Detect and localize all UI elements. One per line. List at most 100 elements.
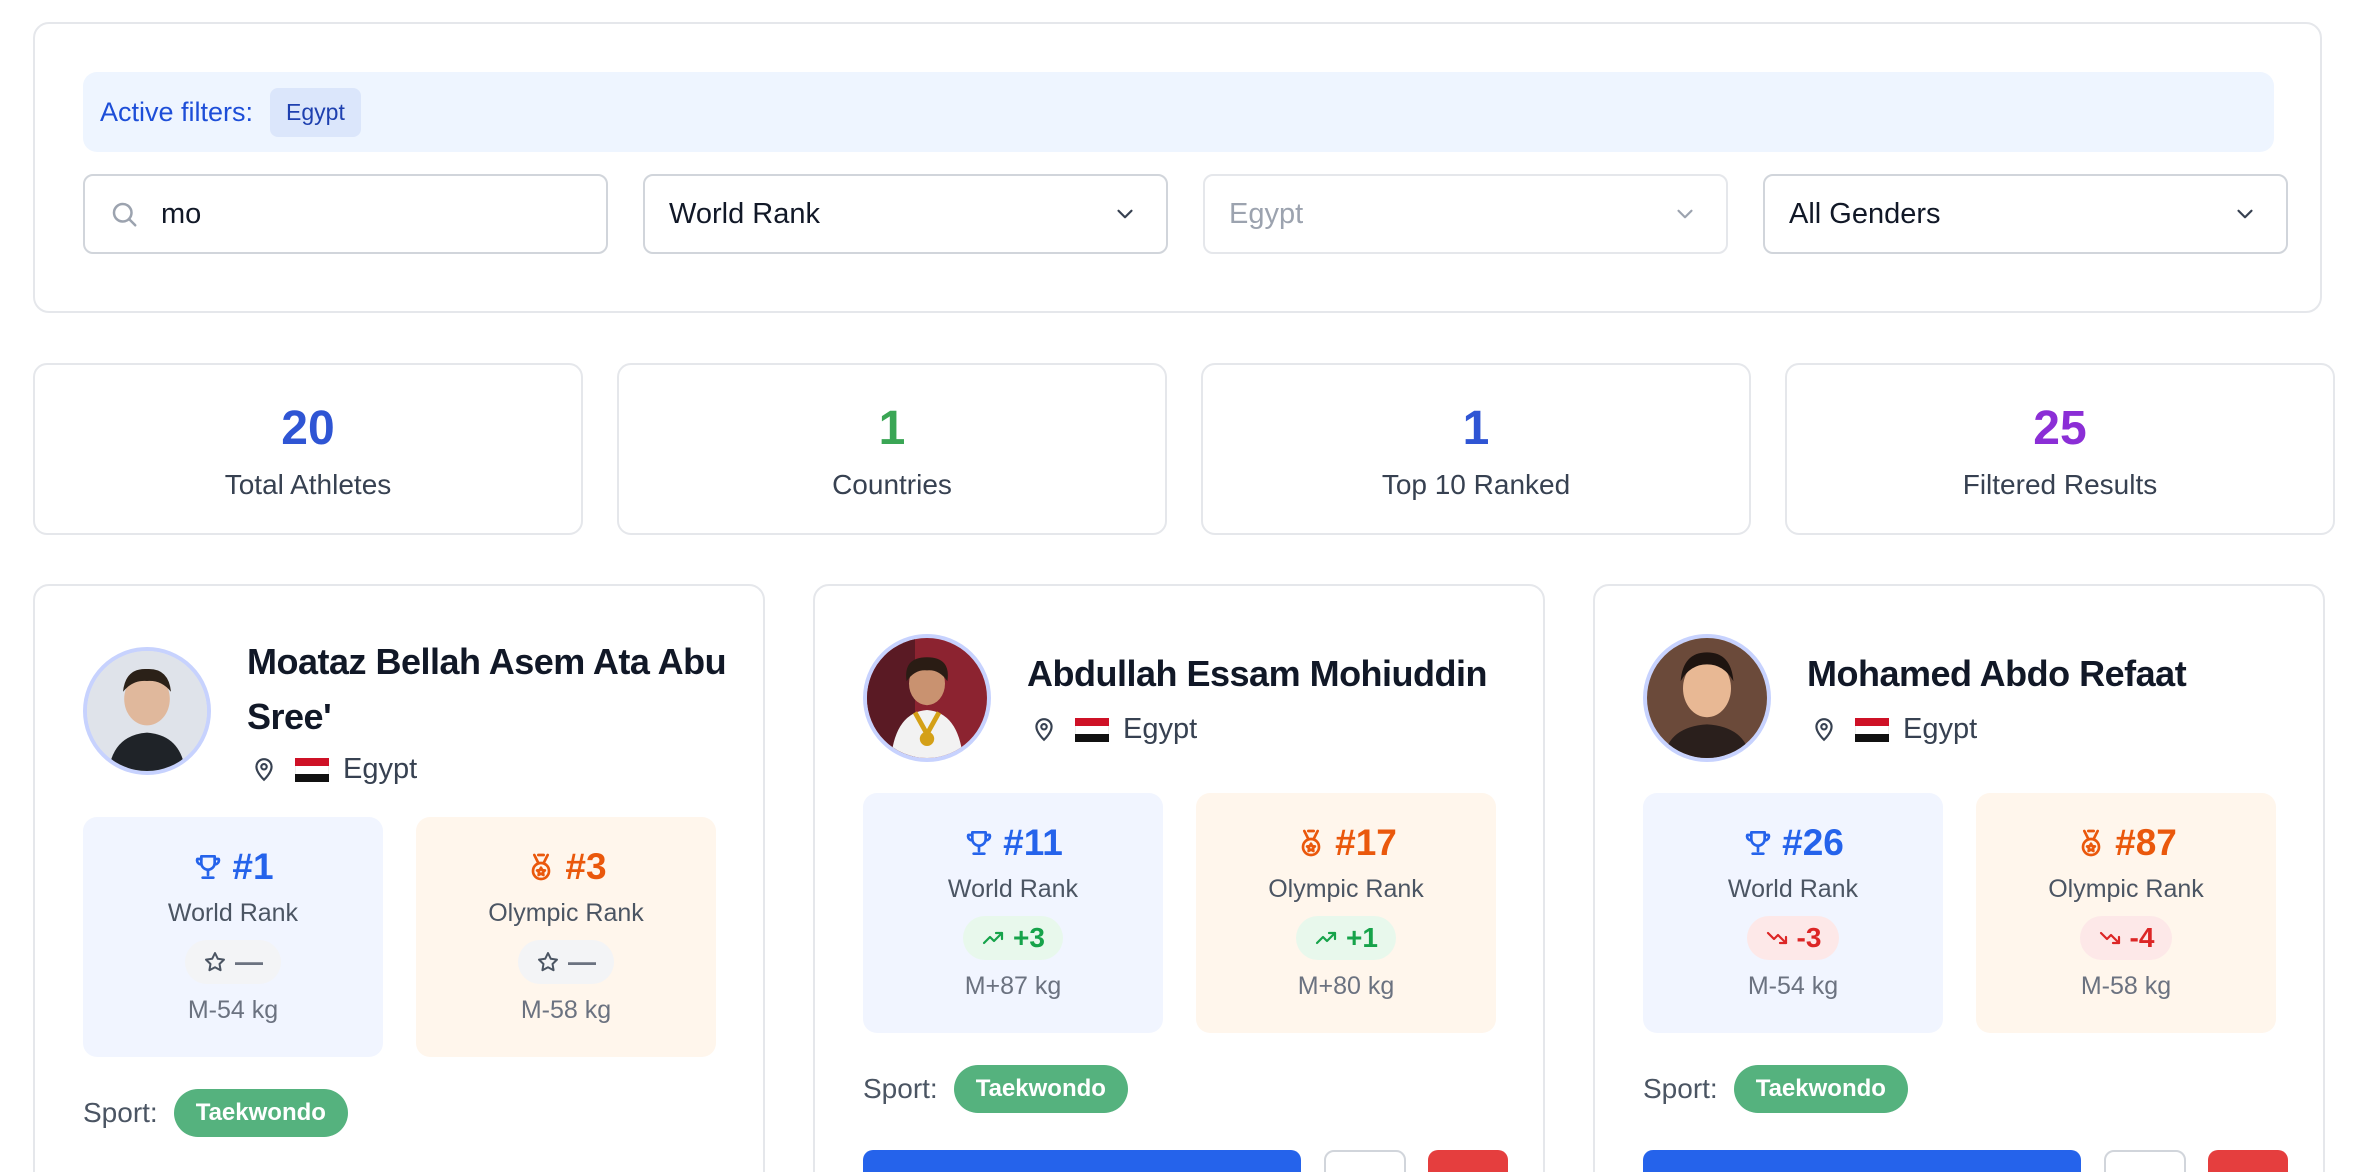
compare-button[interactable] [1324, 1150, 1406, 1172]
rank-change-value: — [568, 946, 596, 977]
avatar [863, 634, 991, 762]
sport-label: Sport: [83, 1097, 158, 1128]
gender-select-value: All Genders [1789, 197, 1941, 230]
olympic-rank-label: Olympic Rank [1268, 875, 1424, 903]
world-rank-value: #11 [863, 821, 1163, 865]
world-rank-box: #1 World Rank — M-54 kg [83, 817, 383, 1057]
athlete-country: Egypt [1903, 713, 1978, 745]
medal-icon [1301, 829, 1321, 857]
avatar [83, 647, 211, 775]
remove-button[interactable] [1428, 1150, 1508, 1172]
country-select-value: Egypt [1229, 197, 1304, 230]
rank-change-badge: -4 [2079, 916, 2173, 960]
trending-up-icon [982, 931, 1004, 945]
rank-change-value: -4 [2129, 922, 2155, 953]
athlete-card[interactable]: Mohamed Abdo Refaat Egypt #26 World Rank… [1593, 584, 2325, 1172]
athlete-name[interactable]: Abdullah Essam Mohiuddin [1027, 646, 1488, 701]
egypt-flag-icon [1855, 717, 1889, 742]
search-input-value[interactable]: mo [139, 198, 606, 231]
world-rank-number: #11 [1003, 822, 1063, 863]
medal-icon [2081, 829, 2101, 857]
search-icon [112, 202, 137, 227]
olympic-rank-label: Olympic Rank [2048, 875, 2204, 903]
map-pin-icon [255, 757, 273, 781]
stat-filtered-results: 25 Filtered Results [1785, 363, 2335, 535]
athlete-name[interactable]: Mohamed Abdo Refaat [1807, 646, 2187, 701]
map-pin-icon [1815, 717, 1833, 741]
compare-button[interactable] [2104, 1150, 2186, 1172]
sport-badge: Taekwondo [173, 1089, 348, 1137]
athlete-name-line1: Moataz Bellah Asem Ata Abu [247, 641, 727, 682]
athlete-name[interactable]: Moataz Bellah Asem Ata Abu Sree' [247, 634, 727, 744]
weight-category: M-54 kg [1747, 972, 1839, 1000]
map-pin-icon [1035, 717, 1053, 741]
view-profile-button[interactable] [1643, 1150, 2081, 1172]
stat-label: Countries [832, 469, 952, 500]
sport-label: Sport: [863, 1073, 938, 1104]
world-rank-label: World Rank [167, 899, 299, 927]
athlete-card[interactable]: Moataz Bellah Asem Ata Abu Sree' Egypt #1… [33, 584, 765, 1172]
olympic-rank-number: #3 [565, 846, 607, 887]
trophy-icon [1745, 831, 1771, 855]
active-filter-chip[interactable]: Egypt [270, 87, 361, 137]
stat-label: Filtered Results [1962, 469, 2158, 500]
world-rank-number: #26 [1782, 822, 1844, 863]
sort-select-value: World Rank [669, 197, 820, 230]
stat-countries: 1 Countries [617, 363, 1167, 535]
country-select[interactable]: Egypt [1203, 174, 1728, 254]
trophy-icon [196, 855, 221, 879]
sport-row: Sport: Taekwondo [1643, 1065, 1908, 1113]
medal-icon [532, 853, 551, 881]
rank-change-badge: — [185, 940, 281, 984]
rank-change-badge: +3 [963, 916, 1063, 960]
stat-value: 1 [1462, 402, 1490, 455]
trending-down-icon [2099, 931, 2120, 945]
athlete-location: Egypt [1807, 713, 1977, 746]
stat-top10: 1 Top 10 Ranked [1201, 363, 1751, 535]
filter-panel: Active filters: Egypt mo World Rank Egyp… [33, 22, 2322, 313]
world-rank-box: #11 World Rank +3 M+87 kg [863, 793, 1163, 1033]
weight-category: M-58 kg [2080, 972, 2172, 1000]
world-rank-value: #1 [83, 845, 383, 889]
sort-select[interactable]: World Rank [643, 174, 1168, 254]
olympic-rank-box: #17 Olympic Rank +1 M+80 kg [1196, 793, 1496, 1033]
chevron-down-icon [2237, 209, 2253, 219]
weight-category: M+80 kg [1297, 972, 1395, 1000]
view-profile-button[interactable] [863, 1150, 1301, 1172]
sport-badge: Taekwondo [953, 1065, 1128, 1113]
search-input[interactable]: mo [83, 174, 608, 254]
chevron-down-icon [1117, 209, 1133, 219]
olympic-rank-value: #87 [1976, 821, 2276, 865]
egypt-flag-icon [1075, 717, 1109, 742]
rank-change-badge: +1 [1296, 916, 1396, 960]
olympic-rank-box: #87 Olympic Rank -4 M-58 kg [1976, 793, 2276, 1033]
world-rank-value: #26 [1643, 821, 1943, 865]
stat-label: Top 10 Ranked [1381, 469, 1571, 500]
athlete-card[interactable]: Abdullah Essam Mohiuddin Egypt #11 World… [813, 584, 1545, 1172]
star-icon [205, 952, 225, 972]
olympic-rank-value: #3 [416, 845, 716, 889]
stat-value: 25 [2033, 402, 2087, 455]
athlete-country: Egypt [343, 753, 418, 785]
world-rank-number: #1 [232, 846, 274, 887]
world-rank-label: World Rank [947, 875, 1079, 903]
sport-row: Sport: Taekwondo [83, 1089, 348, 1137]
sport-row: Sport: Taekwondo [863, 1065, 1128, 1113]
olympic-rank-number: #87 [2115, 822, 2177, 863]
sport-badge: Taekwondo [1733, 1065, 1908, 1113]
weight-category: M+87 kg [964, 972, 1062, 1000]
athlete-country: Egypt [1123, 713, 1198, 745]
olympic-rank-box: #3 Olympic Rank — M-58 kg [416, 817, 716, 1057]
olympic-rank-label: Olympic Rank [488, 899, 644, 927]
rank-change-value: -3 [1796, 922, 1822, 953]
star-icon [538, 952, 558, 972]
trending-down-icon [1766, 931, 1787, 945]
gender-select[interactable]: All Genders [1763, 174, 2288, 254]
remove-button[interactable] [2208, 1150, 2288, 1172]
athlete-name-line2: Sree' [247, 696, 332, 737]
trending-up-icon [1315, 931, 1337, 945]
stat-total-athletes: 20 Total Athletes [33, 363, 583, 535]
avatar [1643, 634, 1771, 762]
rank-change-value: — [235, 946, 263, 977]
stat-value: 1 [878, 402, 906, 455]
